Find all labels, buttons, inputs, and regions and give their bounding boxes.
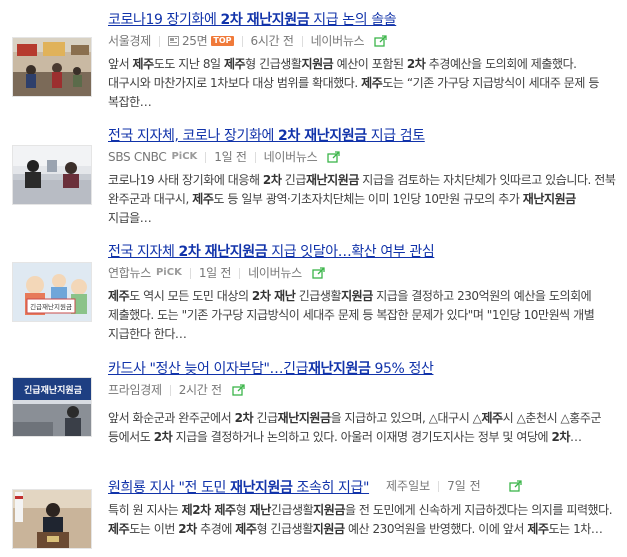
publish-time: 6시간 전	[250, 34, 294, 48]
title-text: 95% 정산	[370, 361, 434, 377]
thumb-caption: 긴급재난지원금	[30, 302, 72, 311]
title-text: 전국 지자체	[108, 244, 179, 260]
title-text: 지급 논의 솔솔	[309, 12, 397, 28]
meta-divider	[241, 35, 243, 47]
naver-news-link[interactable]: 네이버뉴스	[248, 264, 302, 282]
thumbnail-emergency-fund-banner[interactable]: 긴급재난지원금	[12, 377, 92, 437]
news-meta: 연합뉴스 PiCK 1일 전 네이버뉴스	[108, 264, 620, 282]
share-icon[interactable]	[232, 384, 246, 396]
naver-news-link[interactable]: 네이버뉴스	[311, 32, 365, 50]
news-meta: 제주일보 7일 전	[386, 477, 523, 495]
share-icon[interactable]	[312, 267, 326, 279]
meta-divider	[169, 384, 171, 396]
meta-divider	[239, 267, 241, 279]
thumb-caption: 긴급재난지원금	[24, 384, 83, 396]
title-highlight: 2차 재난지원금	[220, 12, 310, 28]
press-name-link[interactable]: 제주일보	[386, 477, 430, 495]
news-title-link[interactable]: 원희룡 지사 "전 도민 재난지원금 조속히 지급"	[108, 480, 369, 496]
press-name-link[interactable]: 연합뉴스	[108, 264, 151, 282]
pick-badge: PiCK	[155, 267, 182, 278]
news-title-link[interactable]: 코로나19 장기화에 2차 재난지원금 지급 논의 솔솔	[108, 11, 620, 29]
title-text: 지급 검토	[366, 128, 425, 144]
publish-time: 1일 전	[198, 266, 232, 280]
share-icon[interactable]	[374, 35, 388, 47]
meta-divider	[158, 35, 160, 47]
press-name-link[interactable]: SBS CNBC	[108, 148, 167, 166]
naver-news-link[interactable]: 네이버뉴스	[264, 148, 318, 166]
title-text: 코로나19 장기화에	[108, 12, 221, 28]
paper-page: 25면	[181, 34, 208, 48]
meta-divider	[189, 267, 191, 279]
thumbnail-market-street[interactable]	[12, 37, 92, 97]
publish-time: 1일 전	[214, 150, 247, 164]
press-name-link[interactable]: 서울경제	[108, 32, 151, 50]
news-meta: 서울경제 25면 TOP 6시간 전 네이버뉴스	[108, 32, 620, 50]
newspaper-icon	[167, 36, 179, 46]
news-snippet: 앞서 화순군과 완주군에서 2차 긴급재난지원금을 지급하고 있으며, △대구시…	[108, 411, 602, 444]
news-snippet: 앞서 제주도도 지난 8일 제주형 긴급생활지원금 예산이 포함된 2차 추경예…	[108, 57, 599, 109]
news-title-link[interactable]: 전국 지자체, 코로나 장기화에 2차 재난지원금 지급 검토	[108, 127, 620, 145]
share-icon[interactable]	[327, 151, 341, 163]
thumbnail-support-fund[interactable]: 긴급재난지원금	[12, 262, 92, 322]
news-title-link[interactable]: 카드사 "정산 늦어 이자부담"…긴급재난지원금 95% 정산	[108, 360, 620, 378]
title-highlight: 재난지원금	[230, 480, 293, 496]
title-text: 원희룡 지사 "전 도민	[108, 480, 231, 496]
thumbnail-governor-podium[interactable]	[12, 489, 92, 549]
title-text: 지급 잇달아…확산 여부 관심	[267, 244, 435, 260]
title-text: 카드사 "정산 늦어 이자부담"…긴급	[108, 361, 309, 377]
news-meta: 프라임경제 2시간 전	[108, 381, 620, 399]
title-highlight: 2차 재난지원금	[178, 244, 268, 260]
title-text: 전국 지자체, 코로나 장기화에	[108, 128, 279, 144]
publish-time: 7일 전	[447, 479, 481, 493]
meta-divider	[205, 151, 207, 163]
meta-divider	[254, 151, 256, 163]
news-snippet: 특히 원 지사는 제2차 제주형 재난긴급생활지원금을 전 도민에게 신속하게 …	[108, 503, 613, 536]
title-text: 조속히 지급"	[292, 480, 370, 496]
news-title-link[interactable]: 전국 지자체 2차 재난지원금 지급 잇달아…확산 여부 관심	[108, 243, 620, 261]
share-icon[interactable]	[509, 480, 523, 492]
title-highlight: 2차 재난지원금	[278, 128, 367, 144]
pick-badge: PiCK	[171, 151, 198, 162]
meta-divider	[438, 480, 440, 492]
meta-divider	[301, 35, 303, 47]
news-meta: SBS CNBC PiCK 1일 전 네이버뉴스	[108, 148, 620, 166]
publish-time: 2시간 전	[178, 383, 222, 397]
thumbnail-office-counter[interactable]	[12, 145, 92, 205]
news-snippet: 코로나19 사태 장기화에 대응해 2차 긴급재난지원금 지급을 검토하는 자치…	[108, 173, 616, 225]
top-badge: TOP	[211, 36, 234, 46]
press-name-link[interactable]: 프라임경제	[108, 381, 162, 399]
news-snippet: 제주도 역시 모든 도민 대상의 2차 재난 긴급생활지원금 지급을 결정하고 …	[108, 289, 595, 341]
title-highlight: 재난지원금	[308, 361, 371, 377]
